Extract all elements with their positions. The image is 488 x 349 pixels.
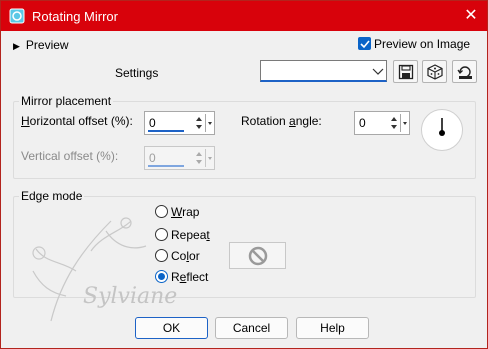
color-label[interactable]: Color — [171, 249, 200, 263]
expand-arrow-icon: ▶ — [13, 41, 20, 51]
rotation-angle-label: Rotation angle: — [241, 114, 322, 128]
settings-combo[interactable] — [260, 60, 387, 82]
help-button[interactable]: Help — [296, 317, 369, 339]
spin-arrows-icon[interactable] — [194, 148, 204, 168]
rotation-dial[interactable] — [421, 109, 463, 151]
repeat-radio[interactable] — [155, 228, 168, 241]
svg-text:Sylviane: Sylviane — [83, 284, 177, 309]
preview-toggle-label: Preview — [25, 38, 69, 52]
reset-defaults-button[interactable] — [452, 60, 477, 83]
watermark-logo: Sylviane — [32, 217, 177, 322]
window-title: Rotating Mirror — [32, 9, 118, 24]
slider-toggle-icon[interactable] — [205, 114, 213, 132]
slider-toggle-icon[interactable] — [205, 149, 213, 167]
wrap-label[interactable]: Wrap — [171, 205, 199, 219]
color-radio[interactable] — [155, 249, 168, 262]
horizontal-offset-stepper[interactable]: 0 — [144, 111, 215, 135]
spin-arrows-icon[interactable] — [389, 113, 399, 133]
preview-on-image-checkbox[interactable]: Preview on Image — [358, 37, 470, 51]
ok-button[interactable]: OK — [135, 317, 208, 339]
dial-needle-icon — [439, 118, 445, 136]
mirror-placement-title: Mirror placement — [19, 94, 114, 108]
reflect-radio[interactable] — [155, 270, 168, 283]
repeat-label[interactable]: Repeat — [171, 228, 210, 242]
rotation-angle-stepper[interactable]: 0 — [354, 111, 410, 135]
dialog-window: Rotating Mirror ✕ ▶ Preview Preview on Im… — [0, 0, 488, 349]
close-icon[interactable]: ✕ — [459, 4, 483, 28]
app-icon — [9, 8, 25, 24]
rotation-angle-value: 0 — [359, 116, 366, 130]
cancel-button[interactable]: Cancel — [215, 317, 288, 339]
slider-toggle-icon[interactable] — [400, 114, 408, 132]
reflect-label[interactable]: Reflect — [171, 270, 208, 284]
wrap-radio[interactable] — [155, 205, 168, 218]
vertical-offset-stepper[interactable]: 0 — [144, 146, 215, 170]
checkmark-icon — [358, 37, 371, 50]
save-preset-button[interactable] — [393, 60, 418, 83]
horizontal-offset-value: 0 — [149, 116, 156, 130]
edge-color-swatch[interactable] — [229, 242, 286, 269]
vertical-offset-label: Vertical offset (%): — [21, 149, 119, 163]
chevron-down-icon[interactable] — [370, 61, 386, 81]
horizontal-offset-label: Horizontal offset (%): — [21, 114, 133, 128]
preview-on-image-label: Preview on Image — [374, 37, 471, 51]
vertical-offset-value: 0 — [149, 151, 156, 165]
vertical-offset-underline — [148, 165, 184, 167]
settings-label: Settings — [115, 66, 159, 80]
preview-toggle[interactable]: ▶ Preview — [13, 38, 69, 52]
title-bar: Rotating Mirror ✕ — [1, 1, 487, 31]
randomize-button[interactable] — [422, 60, 447, 83]
horizontal-offset-underline — [148, 130, 184, 132]
spin-arrows-icon[interactable] — [194, 113, 204, 133]
